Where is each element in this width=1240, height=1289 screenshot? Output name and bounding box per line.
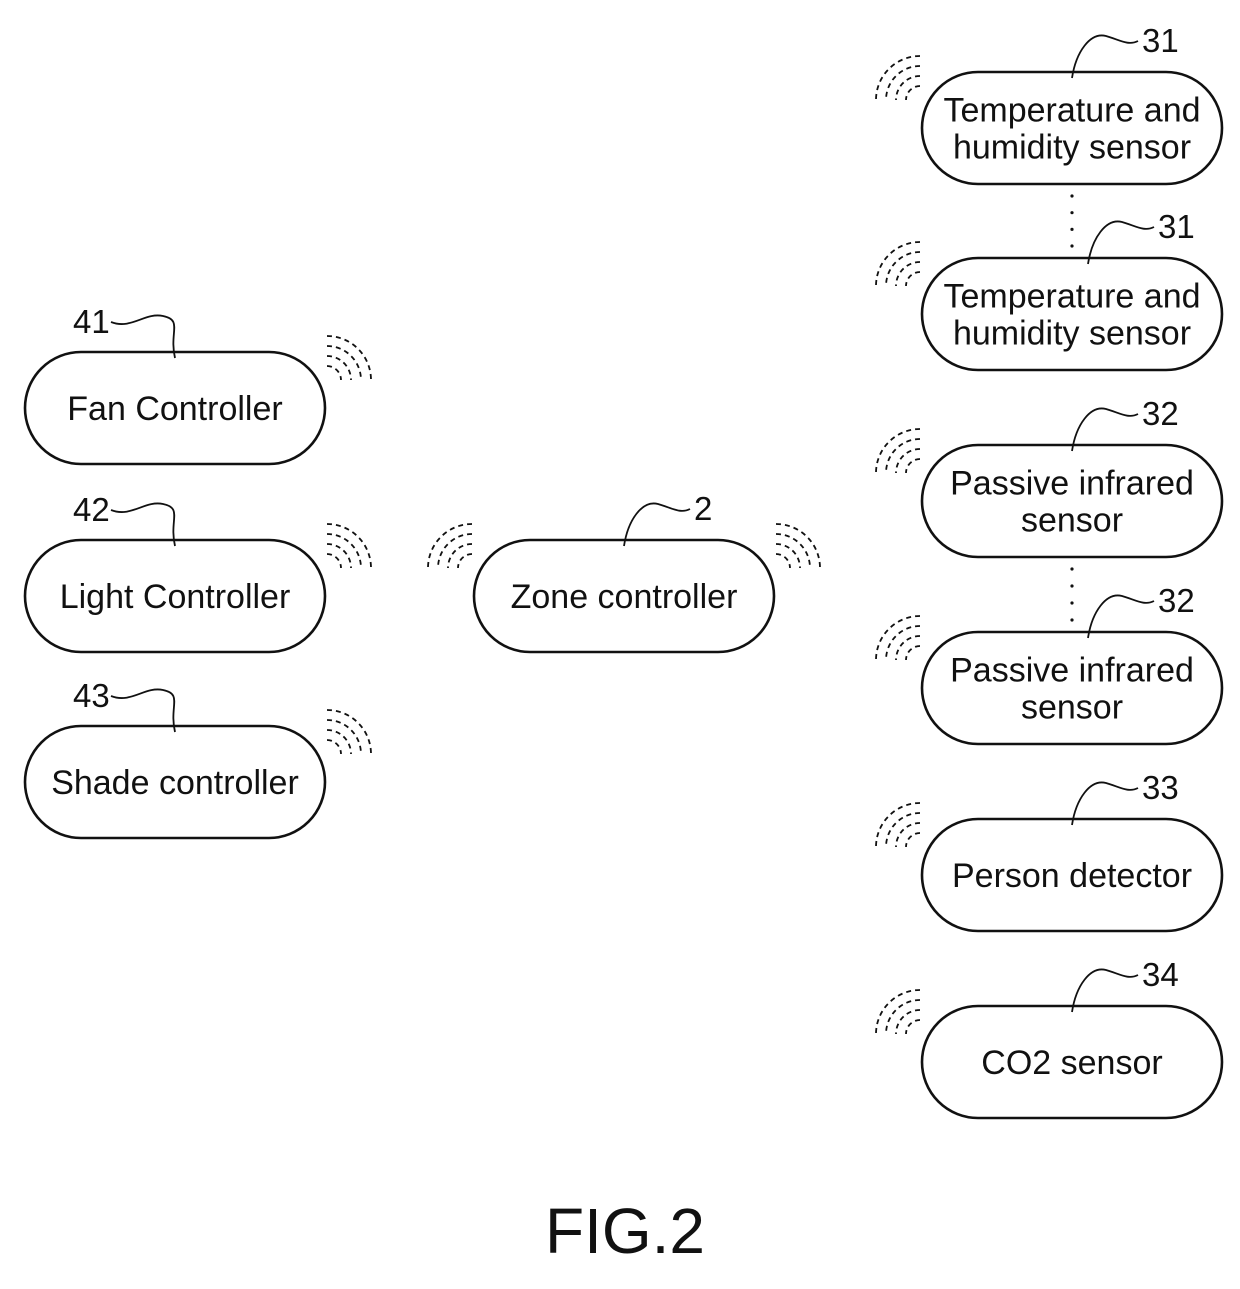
signal-arc: [326, 335, 372, 381]
wireless-signal-icon: [427, 523, 473, 569]
wireless-signal-icon: [875, 615, 921, 661]
wireless-signal-icon: [875, 55, 921, 101]
ellipsis-dot: [1070, 567, 1074, 571]
ellipsis-dot: [1070, 618, 1074, 622]
wireless-signal-icon: [875, 989, 921, 1035]
node-label: Person detector: [952, 857, 1192, 895]
signal-arc: [326, 729, 352, 755]
wireless-signal-icon: [875, 241, 921, 287]
wireless-signal-icon: [875, 428, 921, 474]
wireless-signal-icon: [775, 523, 821, 569]
node-passive-infrared-sensor-1[interactable]: Passive infraredsensor 32: [875, 395, 1224, 559]
figure-caption: FIG.2: [545, 1195, 705, 1267]
node-person-detector[interactable]: Person detector 33: [875, 769, 1224, 933]
signal-arc: [326, 739, 342, 755]
ellipsis-dot: [1070, 244, 1074, 248]
wireless-signal-icon: [326, 523, 372, 569]
signal-arc: [875, 989, 921, 1035]
node-label: humidity sensor: [953, 129, 1191, 167]
signal-arc: [895, 822, 921, 848]
node-label: humidity sensor: [953, 315, 1191, 353]
reference-numeral: 31: [1158, 208, 1195, 245]
signal-arc: [875, 802, 921, 848]
reference-numeral: 33: [1142, 769, 1179, 806]
signal-arc: [895, 75, 921, 101]
node-temperature-humidity-sensor-1[interactable]: Temperature andhumidity sensor 31: [875, 22, 1224, 186]
reference-numeral: 34: [1142, 956, 1179, 993]
node-label: sensor: [1021, 502, 1123, 540]
signal-arc: [326, 523, 372, 569]
reference-numeral: 2: [694, 490, 712, 527]
signal-arc: [457, 553, 473, 569]
signal-arc: [326, 709, 372, 755]
signal-arc: [905, 85, 921, 101]
signal-arc: [905, 271, 921, 287]
wireless-signal-icon: [326, 709, 372, 755]
signal-arc: [326, 543, 352, 569]
node-label: Fan Controller: [67, 390, 282, 428]
signal-arc: [875, 241, 921, 287]
reference-numeral: 32: [1158, 582, 1195, 619]
signal-arc: [326, 355, 352, 381]
node-shade-controller[interactable]: Shade controller 43: [23, 677, 372, 840]
wireless-signal-icon: [326, 335, 372, 381]
signal-arc: [905, 458, 921, 474]
wireless-signal-icon: [875, 802, 921, 848]
reference-numeral: 31: [1142, 22, 1179, 59]
signal-arc: [875, 615, 921, 661]
node-label: Light Controller: [60, 578, 291, 616]
signal-arc: [905, 832, 921, 848]
ellipsis-dot: [1070, 601, 1074, 605]
signal-arc: [326, 365, 342, 381]
reference-numeral: 43: [73, 677, 110, 714]
node-light-controller[interactable]: Light Controller 42: [23, 491, 372, 654]
reference-numeral: 32: [1142, 395, 1179, 432]
signal-arc: [326, 553, 342, 569]
node-co2-sensor[interactable]: CO2 sensor 34: [875, 956, 1224, 1120]
ellipsis-vertical-icon: [1070, 194, 1074, 248]
node-label: sensor: [1021, 689, 1123, 727]
signal-arc: [895, 1009, 921, 1035]
node-label: CO2 sensor: [981, 1044, 1162, 1082]
nodes-layer: Fan Controller 41 Light Controller 42 Shade …: [23, 22, 1224, 1120]
signal-arc: [895, 635, 921, 661]
ellipsis-dot: [1070, 211, 1074, 215]
signal-arc: [875, 55, 921, 101]
signal-arc: [905, 1019, 921, 1035]
node-temperature-humidity-sensor-2[interactable]: Temperature andhumidity sensor 31: [875, 208, 1224, 372]
node-label: Temperature and: [943, 278, 1200, 316]
ellipsis-dot: [1070, 194, 1074, 198]
reference-numeral: 42: [73, 491, 110, 528]
node-label: Zone controller: [511, 578, 738, 616]
signal-arc: [775, 553, 791, 569]
signal-arc: [775, 523, 821, 569]
signal-arc: [447, 543, 473, 569]
node-label: Passive infrared: [950, 465, 1194, 503]
reference-numeral: 41: [73, 303, 110, 340]
node-label: Shade controller: [51, 764, 299, 802]
signal-arc: [895, 448, 921, 474]
signal-arc: [427, 523, 473, 569]
signal-arc: [895, 261, 921, 287]
ellipsis-dot: [1070, 584, 1074, 588]
ellipsis-vertical-icon: [1070, 567, 1074, 622]
signal-arc: [775, 543, 801, 569]
signal-arc: [875, 428, 921, 474]
signal-arc: [905, 645, 921, 661]
node-fan-controller[interactable]: Fan Controller 41: [23, 303, 372, 466]
ellipsis-dot: [1070, 227, 1074, 231]
node-passive-infrared-sensor-2[interactable]: Passive infraredsensor 32: [875, 582, 1224, 746]
node-zone-controller[interactable]: Zone controller 2: [427, 490, 821, 654]
wireless-zone-diagram: Fan Controller 41 Light Controller 42 Shade …: [23, 22, 1224, 1267]
node-label: Passive infrared: [950, 652, 1194, 690]
node-label: Temperature and: [943, 92, 1200, 130]
